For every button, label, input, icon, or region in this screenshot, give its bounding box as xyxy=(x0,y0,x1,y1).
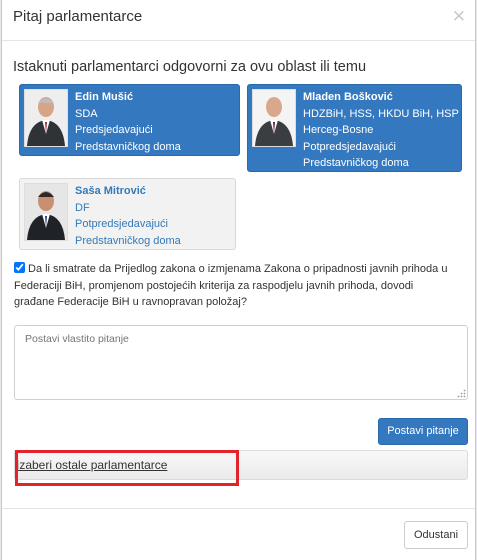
own-question-input[interactable] xyxy=(14,325,468,400)
portrait-icon xyxy=(24,89,68,147)
card-line: Potpredsjedavajući xyxy=(303,140,396,153)
card-text: Mladen Bošković HDZBiH, HSS, HKDU BiH, H… xyxy=(303,89,459,172)
question-row: Da li smatrate da Prijedlog zakona o izm… xyxy=(14,261,454,311)
card-line: Predstavničkog doma xyxy=(75,234,181,247)
dialog-header: Pitaj parlamentarce × xyxy=(2,0,475,41)
card-text: Edin Mušić SDA Predsjedavajući Predstavn… xyxy=(75,89,181,155)
card-line: Herceg-Bosne xyxy=(303,124,374,136)
portrait-icon xyxy=(252,89,296,147)
parliamentarian-card-mitrovic[interactable]: Saša Mitrović DF Potpredsjedavajući Pred… xyxy=(19,178,236,250)
parliamentarian-card-boskovic[interactable]: Mladen Bošković HDZBiH, HSS, HKDU BiH, H… xyxy=(247,84,462,172)
card-line: Predsjedavajući xyxy=(75,124,153,136)
card-name: Mladen Bošković xyxy=(303,91,393,103)
section-heading: Istaknuti parlamentarci odgovorni za ovu… xyxy=(13,59,367,75)
card-name: Saša Mitrović xyxy=(75,185,146,197)
parliamentarian-card-music[interactable]: Edin Mušić SDA Predsjedavajući Predstavn… xyxy=(19,84,240,156)
question-text: Da li smatrate da Prijedlog zakona o izm… xyxy=(14,263,448,308)
card-text: Saša Mitrović DF Potpredsjedavajući Pred… xyxy=(75,183,181,249)
card-line: HDZBiH, HSS, HKDU BiH, HSP xyxy=(303,107,459,120)
card-line: Predstavničkog doma xyxy=(75,140,181,153)
card-line: Potpredsjedavajući xyxy=(75,218,168,230)
question-checkbox[interactable] xyxy=(14,262,25,273)
close-icon[interactable]: × xyxy=(452,6,466,26)
ask-question-button[interactable]: Postavi pitanje xyxy=(378,418,468,445)
highlight-box xyxy=(15,450,239,486)
card-line: DF xyxy=(75,201,90,214)
cancel-button[interactable]: Odustani xyxy=(404,521,468,549)
card-line: Predstavničkog doma xyxy=(303,157,409,169)
card-line: SDA xyxy=(75,107,98,120)
portrait-icon xyxy=(24,183,68,241)
card-name: Edin Mušić xyxy=(75,91,134,103)
ask-parliamentarians-dialog: Pitaj parlamentarce × Istaknuti parlamen… xyxy=(1,0,476,560)
dialog-title: Pitaj parlamentarce xyxy=(13,8,143,25)
footer-divider xyxy=(2,508,475,509)
resize-grip-icon[interactable] xyxy=(457,389,466,398)
